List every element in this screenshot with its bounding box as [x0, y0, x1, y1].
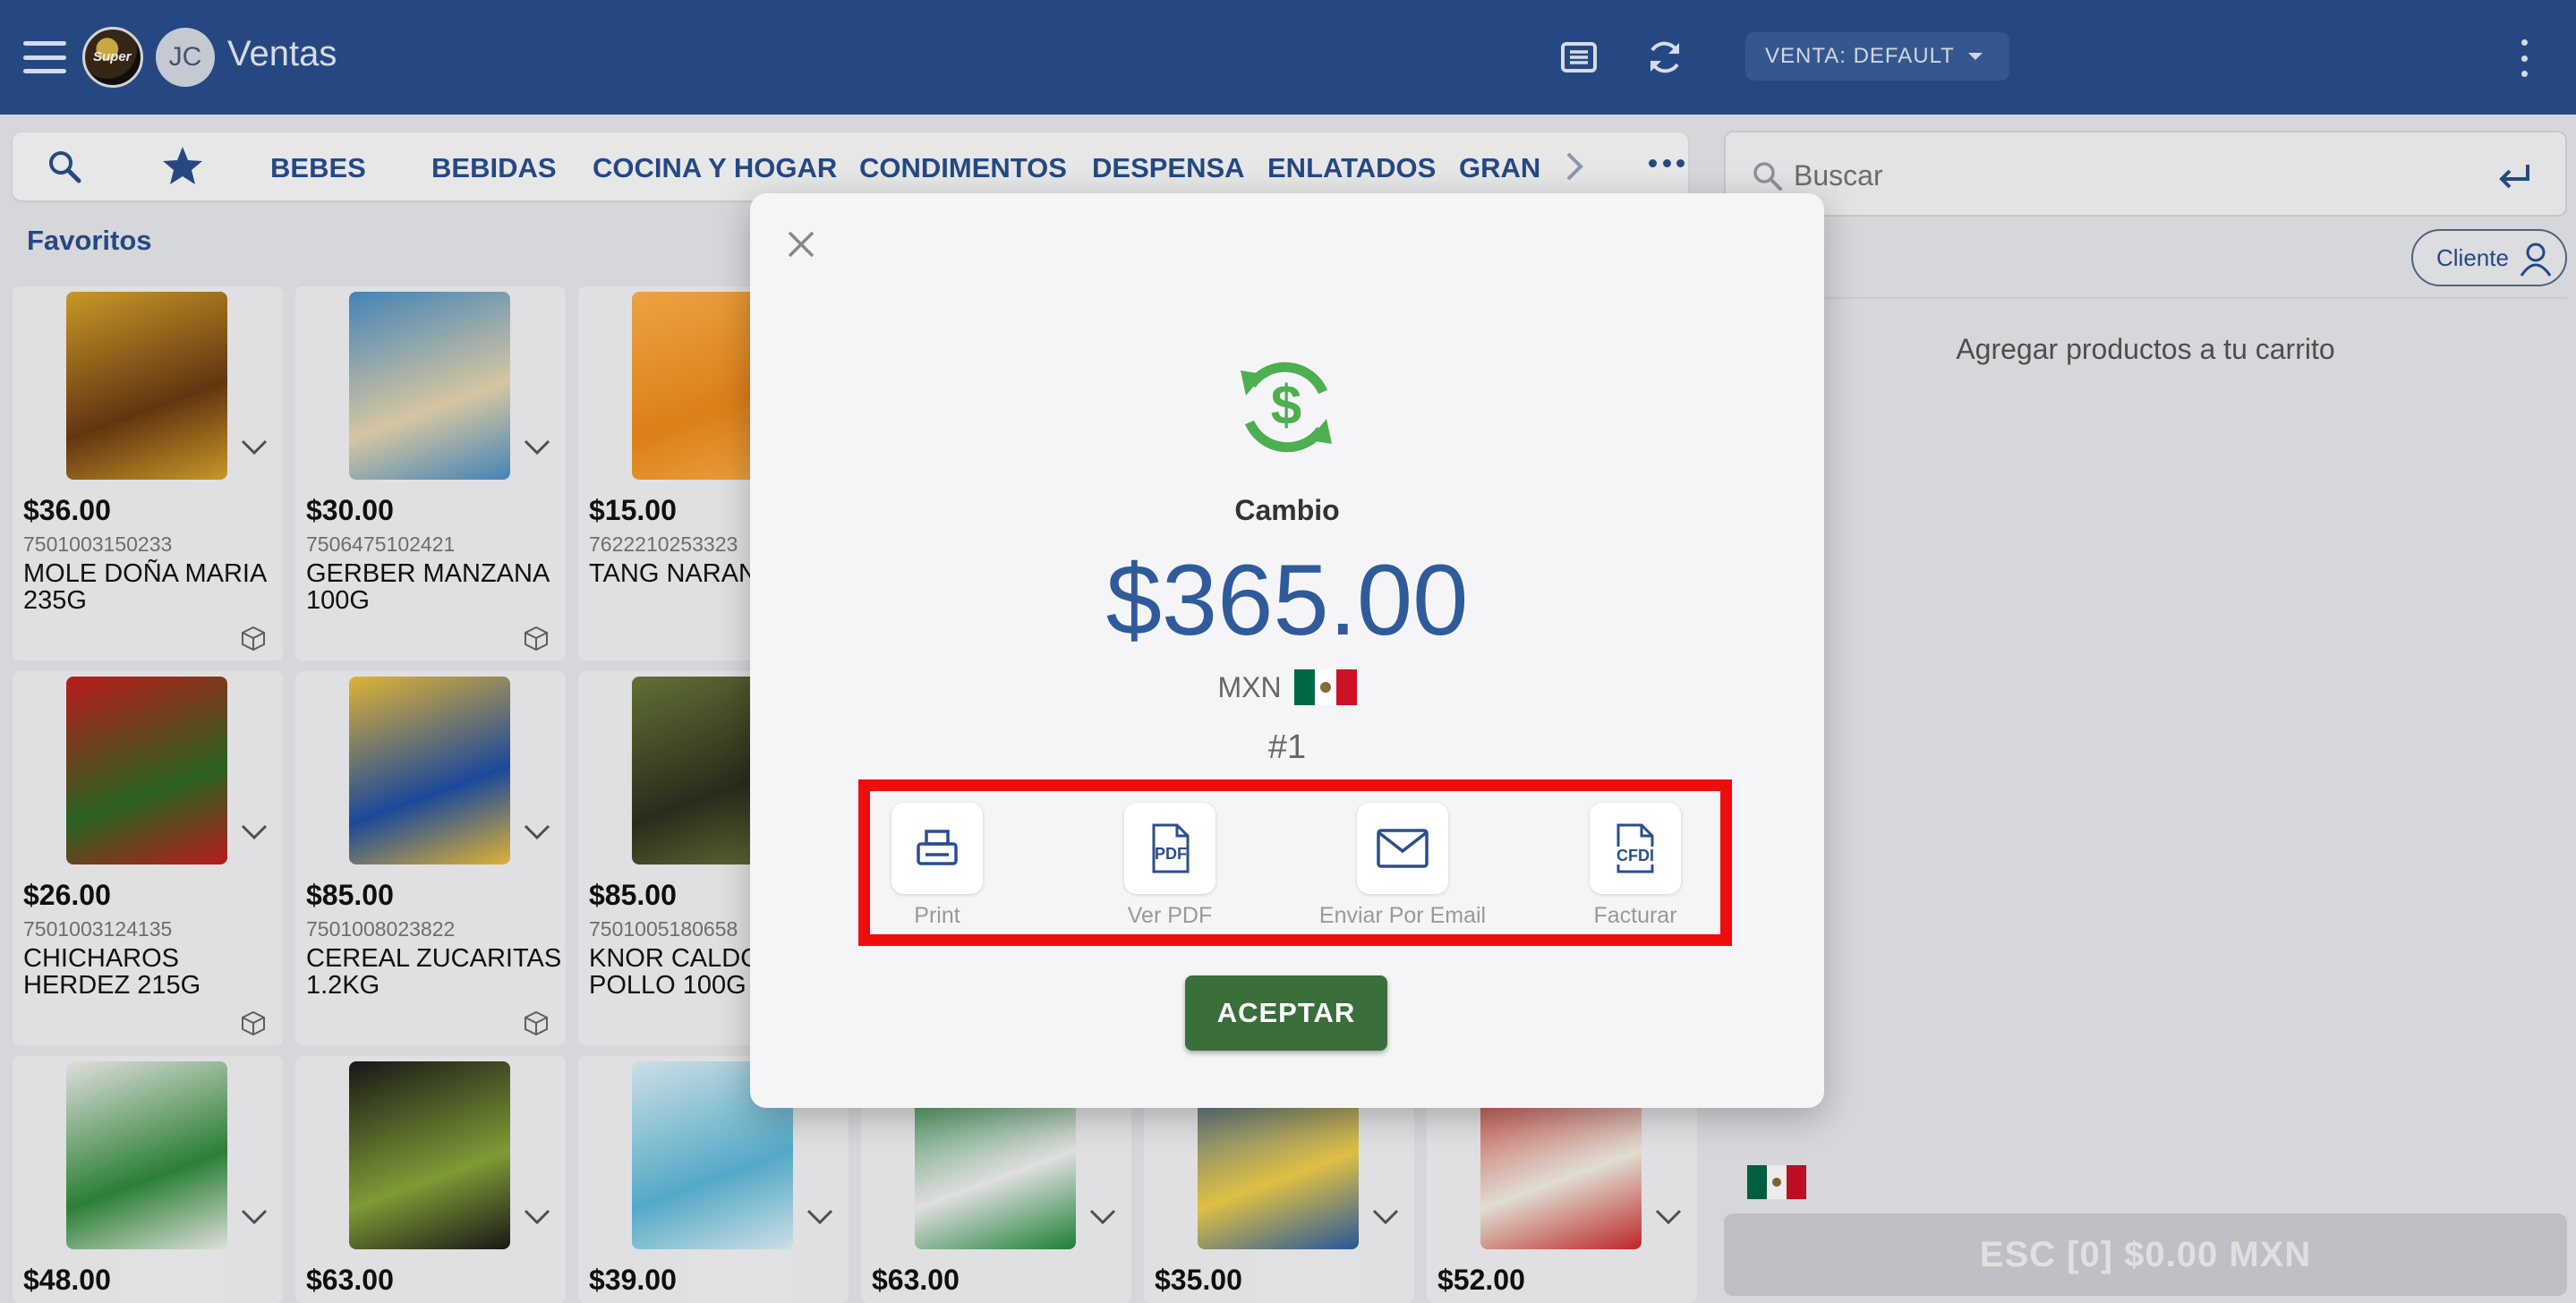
envelope-icon — [1377, 829, 1429, 868]
svg-text:$: $ — [1271, 375, 1301, 437]
print-label: Print — [914, 903, 960, 928]
pdf-file-icon: PDF — [1152, 823, 1190, 873]
currency-exchange-icon: $ — [1241, 362, 1332, 453]
printer-icon — [917, 830, 958, 865]
email-tile — [1357, 803, 1448, 894]
ticket-number: #1 — [1267, 728, 1307, 766]
facturar-button[interactable]: CFDI Facturar — [1546, 803, 1725, 937]
currency-row: MXN — [750, 669, 1824, 705]
email-button[interactable]: Enviar Por Email — [1313, 803, 1492, 937]
accept-button[interactable]: ACEPTAR — [1185, 975, 1387, 1051]
close-icon[interactable] — [786, 229, 816, 260]
svg-text:CFDI: CFDI — [1616, 847, 1654, 864]
svg-text:PDF: PDF — [1155, 845, 1187, 863]
currency-code: MXN — [1217, 670, 1282, 703]
mexico-flag-icon — [1293, 669, 1357, 705]
facturar-label: Facturar — [1593, 903, 1677, 928]
print-tile — [891, 803, 983, 894]
view-pdf-label: Ver PDF — [1127, 903, 1213, 928]
email-label: Enviar Por Email — [1318, 903, 1487, 928]
change-amount: $365.00 — [1105, 544, 1469, 656]
print-button[interactable]: Print — [848, 803, 1027, 937]
view-pdf-button[interactable]: PDF Ver PDF — [1080, 803, 1259, 937]
facturar-tile: CFDI — [1590, 803, 1681, 894]
cfdi-file-icon: CFDI — [1609, 823, 1661, 873]
pdf-tile: PDF — [1124, 803, 1215, 894]
change-label: Cambio — [1234, 494, 1340, 526]
change-dialog: $ Cambio $365.00 MXN #1 Print PDF Ver PD… — [750, 193, 1824, 1108]
